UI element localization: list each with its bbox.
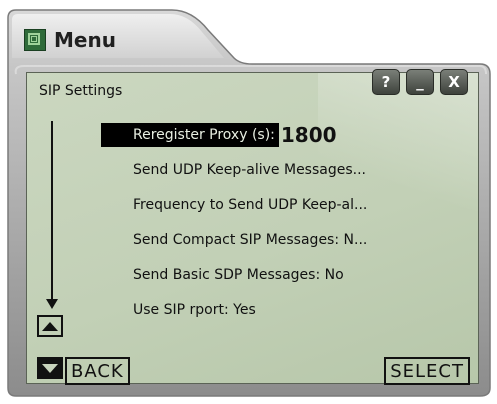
list-item-basic-sdp[interactable]: Send Basic SDP Messages: No bbox=[101, 257, 461, 292]
list-item-label: Use SIP rport: Yes bbox=[133, 301, 256, 318]
list-item-label: Reregister Proxy (s): bbox=[101, 122, 279, 147]
list-item-label: Send Compact SIP Messages: N... bbox=[133, 231, 368, 248]
back-softkey[interactable]: BACK bbox=[65, 357, 130, 385]
list-item-udp-keepalive[interactable]: Send UDP Keep-alive Messages... bbox=[101, 152, 461, 187]
scroll-indicator-line bbox=[51, 121, 53, 299]
scroll-down-button[interactable] bbox=[37, 357, 63, 379]
list-item-compact-sip[interactable]: Send Compact SIP Messages: N... bbox=[101, 222, 461, 257]
lcd-screen: SIP Settings ? _ X Reregister Proxy (s):… bbox=[26, 69, 479, 385]
close-button[interactable]: X bbox=[440, 69, 468, 95]
settings-list: Reregister Proxy (s): 1800 Send UDP Keep… bbox=[101, 117, 461, 327]
list-item-value: 1800 bbox=[280, 122, 337, 147]
triangle-down-icon bbox=[42, 363, 58, 373]
minimize-button[interactable]: _ bbox=[406, 69, 434, 95]
menu-app-icon bbox=[24, 29, 46, 51]
scroll-indicator-arrow-icon bbox=[46, 299, 58, 309]
window-controls: ? _ X bbox=[372, 69, 468, 95]
select-softkey[interactable]: SELECT bbox=[384, 357, 470, 385]
screen-title: SIP Settings bbox=[39, 83, 123, 99]
scroll-up-button[interactable] bbox=[37, 315, 63, 337]
list-item-udp-frequency[interactable]: Frequency to Send UDP Keep-al... bbox=[101, 187, 461, 222]
menu-window: Menu SIP Settings ? _ X Reregister Proxy… bbox=[2, 4, 494, 400]
help-button[interactable]: ? bbox=[372, 69, 400, 95]
list-item-label: Send Basic SDP Messages: No bbox=[133, 266, 344, 283]
list-item-sip-rport[interactable]: Use SIP rport: Yes bbox=[101, 292, 461, 327]
list-item-reregister-proxy[interactable]: Reregister Proxy (s): 1800 bbox=[101, 117, 461, 152]
window-title: Menu bbox=[54, 28, 116, 52]
list-item-label: Send UDP Keep-alive Messages... bbox=[133, 161, 366, 178]
triangle-up-icon bbox=[42, 321, 58, 331]
window-title-bar[interactable]: Menu bbox=[24, 26, 116, 54]
list-item-label: Frequency to Send UDP Keep-al... bbox=[133, 196, 368, 213]
